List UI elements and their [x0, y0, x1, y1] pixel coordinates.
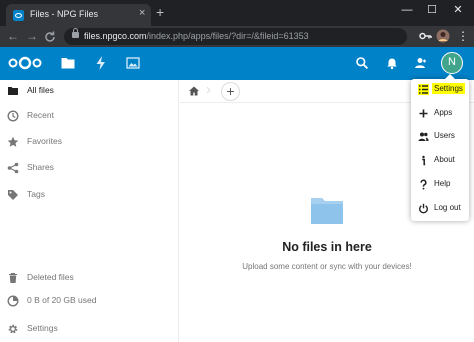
sidebar-item-tags[interactable]: Tags	[0, 184, 179, 208]
quota-text: 0 B of 20 GB used	[27, 295, 97, 305]
key-icon[interactable]	[418, 29, 432, 43]
profile-extension-icon[interactable]	[436, 29, 450, 43]
nextcloud-header: N	[0, 47, 474, 80]
menu-item-apps[interactable]: Apps	[411, 103, 469, 125]
browser-tab[interactable]: Files - NPG Files ×	[6, 4, 151, 26]
notifications-bell-icon[interactable]	[385, 56, 399, 70]
menu-item-label: Help	[434, 179, 451, 188]
gallery-image-icon[interactable]	[125, 55, 141, 71]
sidebar-item-all-files[interactable]: All files	[0, 80, 179, 104]
star-icon	[7, 136, 19, 147]
info-icon	[422, 155, 426, 166]
address-bar-row: ← → files.npgco.com/index.php/apps/files…	[0, 26, 474, 47]
sidebar-item-shares[interactable]: Shares	[0, 157, 179, 181]
lock-icon	[72, 28, 79, 38]
sidebar-item-label: Tags	[27, 189, 45, 199]
menu-kebab-icon[interactable]: ⋮	[456, 29, 470, 43]
search-icon[interactable]	[355, 56, 369, 70]
menu-item-help[interactable]: Help	[411, 174, 469, 196]
forward-arrow-icon[interactable]: →	[25, 29, 39, 43]
home-icon[interactable]	[188, 85, 200, 97]
menu-item-log-out[interactable]: Log out	[411, 198, 469, 220]
minimize-button[interactable]: —	[400, 3, 414, 17]
menu-item-label: Users	[434, 131, 455, 140]
back-arrow-icon[interactable]: ←	[6, 29, 20, 43]
close-window-button[interactable]: ✕	[451, 3, 465, 17]
reload-icon[interactable]	[43, 30, 57, 44]
quota-pie-icon	[7, 295, 19, 307]
trash-icon	[9, 272, 17, 283]
sidebar-item-label: Deleted files	[27, 272, 74, 282]
files-app-folder-icon[interactable]	[60, 55, 76, 71]
maximize-button[interactable]: ☐	[425, 3, 439, 17]
sidebar-item-settings[interactable]: Settings	[0, 318, 179, 342]
menu-item-label: About	[434, 155, 455, 164]
menu-item-settings[interactable]: Settings	[411, 79, 469, 101]
sidebar-item-deleted-files[interactable]: Deleted files	[0, 267, 179, 291]
settings-menu: Settings Apps Users About Help Log out	[411, 74, 469, 221]
folder-icon	[8, 87, 18, 95]
power-icon	[419, 203, 428, 214]
help-icon	[420, 179, 427, 190]
sidebar-item-label: Recent	[27, 110, 54, 120]
user-avatar[interactable]: N	[441, 52, 463, 74]
app-navigation-sidebar: All files Recent Favorites Shares Tags D…	[0, 80, 179, 342]
sidebar-quota: 0 B of 20 GB used	[0, 290, 179, 314]
settings-list-icon	[418, 84, 429, 95]
nextcloud-logo-icon[interactable]	[8, 56, 42, 70]
tag-icon	[8, 190, 18, 200]
tab-strip: Files - NPG Files × + — ☐ ✕	[0, 0, 474, 26]
plus-icon	[419, 109, 428, 118]
nextcloud-favicon-icon	[13, 10, 24, 21]
breadcrumb-separator-icon: ›	[206, 81, 211, 98]
url-text: files.npgco.com/index.php/apps/files/?di…	[84, 31, 309, 41]
gear-icon	[8, 324, 18, 334]
sidebar-item-favorites[interactable]: Favorites	[0, 131, 179, 155]
browser-window: Files - NPG Files × + — ☐ ✕ ← → files.np…	[0, 0, 474, 342]
sidebar-item-label: All files	[27, 85, 54, 95]
clock-icon	[7, 110, 19, 122]
url-field[interactable]: files.npgco.com/index.php/apps/files/?di…	[64, 28, 407, 45]
menu-item-users[interactable]: Users	[411, 126, 469, 148]
sidebar-item-label: Shares	[27, 162, 54, 172]
menu-item-label: Apps	[434, 108, 453, 117]
share-icon	[7, 162, 19, 174]
empty-content-subtitle: Upload some content or sync with your de…	[242, 262, 412, 271]
sidebar-item-label: Settings	[27, 323, 58, 333]
new-tab-button[interactable]: +	[156, 5, 164, 19]
sidebar-item-recent[interactable]: Recent	[0, 105, 179, 129]
new-button[interactable]: +	[221, 82, 240, 101]
tab-close-icon[interactable]: ×	[139, 8, 145, 19]
empty-folder-icon	[311, 198, 343, 224]
tab-title: Files - NPG Files	[30, 9, 99, 19]
users-icon	[418, 132, 429, 141]
sidebar-item-label: Favorites	[27, 136, 62, 146]
empty-content-title: No files in here	[282, 240, 372, 254]
menu-item-about[interactable]: About	[411, 150, 469, 172]
contacts-person-icon[interactable]	[414, 56, 428, 70]
menu-item-label: Settings	[432, 83, 465, 94]
menu-item-label: Log out	[434, 203, 461, 212]
activity-lightning-icon[interactable]	[93, 55, 109, 71]
